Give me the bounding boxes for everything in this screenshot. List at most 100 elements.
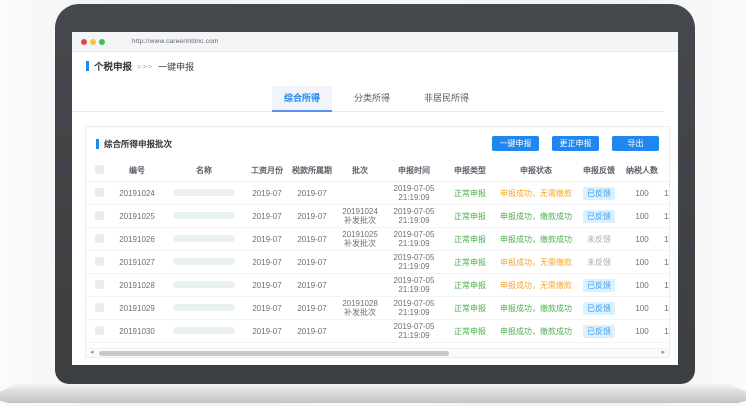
declare-date: 2019-07-05	[384, 276, 444, 285]
name-cell	[162, 304, 246, 313]
declare-type: 正常申报	[444, 188, 496, 199]
feedback-cell: 未反馈	[576, 257, 622, 268]
name-cell	[162, 327, 246, 336]
related-batch: 20191024补发批次	[336, 207, 384, 225]
taxpayer-count: 100	[622, 212, 662, 221]
feedback-badge: 已反馈	[583, 302, 615, 315]
table-body: 201910242019-072019-072019-07-0521:19:09…	[86, 182, 669, 343]
clipped-value: 11	[662, 281, 670, 290]
address-bar[interactable]: http://www.careerintlinc.com	[132, 38, 219, 45]
select-all-checkbox[interactable]	[95, 165, 104, 174]
correct-declare-button[interactable]: 更正申报	[552, 136, 599, 151]
batch-id: 20191028	[112, 281, 162, 290]
taxpayer-count: 100	[622, 258, 662, 267]
clipped-value: 11	[662, 212, 670, 221]
name-cell	[162, 212, 246, 221]
declare-type: 正常申报	[444, 257, 496, 268]
column-header: 申报状态	[496, 165, 576, 176]
breadcrumb-section: 个税申报	[94, 59, 132, 73]
declare-type-text: 正常申报	[454, 327, 486, 336]
salary-month: 2019-07	[246, 281, 288, 290]
declare-clock: 21:19:09	[384, 285, 444, 294]
scrollbar-thumb[interactable]	[99, 351, 449, 356]
declare-date: 2019-07-05	[384, 207, 444, 216]
declare-status: 申报成功，缴款成功	[496, 234, 576, 245]
salary-month: 2019-07	[246, 212, 288, 221]
panel-title: 综合所得申报批次	[104, 138, 172, 150]
minimize-window-icon[interactable]	[90, 39, 96, 45]
tab-1[interactable]: 综合所得	[272, 86, 332, 112]
declare-time: 2019-07-0521:19:09	[384, 184, 444, 202]
declare-clock: 21:19:09	[384, 193, 444, 202]
tab-2[interactable]: 分类所得	[342, 86, 402, 111]
masked-name-placeholder	[173, 235, 235, 242]
row-checkbox[interactable]	[95, 326, 104, 335]
browser-toolbar: http://www.careerintlinc.com	[72, 32, 678, 52]
maximize-window-icon[interactable]	[99, 39, 105, 45]
taxpayer-count: 100	[622, 189, 662, 198]
feedback-badge: 未反馈	[587, 258, 611, 267]
batch-id: 20191025	[112, 212, 162, 221]
row-checkbox[interactable]	[95, 234, 104, 243]
tax-period: 2019-07	[288, 189, 336, 198]
related-batch-label: 补发批次	[336, 216, 384, 225]
row-select-cell	[86, 234, 112, 245]
declare-time: 2019-07-0521:19:09	[384, 276, 444, 294]
row-checkbox[interactable]	[95, 188, 104, 197]
feedback-badge: 已反馈	[583, 187, 615, 200]
scroll-left-icon[interactable]: ◂	[90, 349, 94, 357]
clipped-value: 11	[662, 327, 670, 336]
taxpayer-count: 100	[622, 327, 662, 336]
feedback-cell: 已反馈	[576, 279, 622, 292]
declare-date: 2019-07-05	[384, 184, 444, 193]
taxpayer-count: 100	[622, 235, 662, 244]
horizontal-scrollbar[interactable]: ◂ ▸	[86, 348, 669, 357]
batch-id: 20191026	[112, 235, 162, 244]
column-header: 工资月份	[246, 165, 288, 176]
accent-bar-icon	[96, 139, 99, 149]
feedback-cell: 已反馈	[576, 210, 622, 223]
salary-month: 2019-07	[246, 304, 288, 313]
one-click-declare-button[interactable]: 一键申报	[492, 136, 539, 151]
declare-status: 申报成功，无需缴款	[496, 280, 576, 291]
export-button[interactable]: 导出	[612, 136, 659, 151]
row-select-cell	[86, 280, 112, 291]
declare-type: 正常申报	[444, 326, 496, 337]
table-header-row: 编号名称工资月份税款所属期批次申报时间申报类型申报状态申报反馈纳税人数	[86, 160, 669, 182]
masked-name-placeholder	[173, 304, 235, 311]
table-row: 201910242019-072019-072019-07-0521:19:09…	[86, 182, 669, 205]
row-select-cell	[86, 326, 112, 337]
feedback-badge: 未反馈	[587, 235, 611, 244]
row-checkbox[interactable]	[95, 280, 104, 289]
related-batch: 20191025补发批次	[336, 230, 384, 248]
salary-month: 2019-07	[246, 258, 288, 267]
feedback-cell: 已反馈	[576, 302, 622, 315]
related-batch-label: 补发批次	[336, 239, 384, 248]
table-row: 201910282019-072019-072019-07-0521:19:09…	[86, 274, 669, 297]
batch-panel: 综合所得申报批次 一键申报 更正申报 导出 编号名称工资月份税款所属期批次申报时…	[85, 126, 670, 358]
tab-3[interactable]: 非居民所得	[412, 86, 481, 111]
breadcrumb-separator: >>>	[137, 62, 153, 71]
declare-clock: 21:19:09	[384, 216, 444, 225]
breadcrumb: 个税申报 >>> 一键申报	[86, 59, 194, 73]
feedback-badge: 已反馈	[583, 279, 615, 292]
declare-date: 2019-07-05	[384, 322, 444, 331]
breadcrumb-page: 一键申报	[158, 60, 194, 73]
laptop-base	[0, 384, 746, 403]
feedback-cell: 未反馈	[576, 234, 622, 245]
row-checkbox[interactable]	[95, 257, 104, 266]
close-window-icon[interactable]	[81, 39, 87, 45]
batch-id: 20191030	[112, 327, 162, 336]
declare-status: 申报成功，缴款成功	[496, 211, 576, 222]
tax-period: 2019-07	[288, 258, 336, 267]
name-cell	[162, 235, 246, 244]
column-header: 编号	[112, 165, 162, 176]
browser-window: http://www.careerintlinc.com 个税申报 >>> 一键…	[72, 32, 678, 365]
scroll-right-icon[interactable]: ▸	[661, 349, 665, 357]
declare-date: 2019-07-05	[384, 299, 444, 308]
related-batch-label: 补发批次	[336, 308, 384, 317]
declare-status: 申报成功，缴款成功	[496, 326, 576, 337]
row-checkbox[interactable]	[95, 303, 104, 312]
masked-name-placeholder	[173, 327, 235, 334]
row-checkbox[interactable]	[95, 211, 104, 220]
